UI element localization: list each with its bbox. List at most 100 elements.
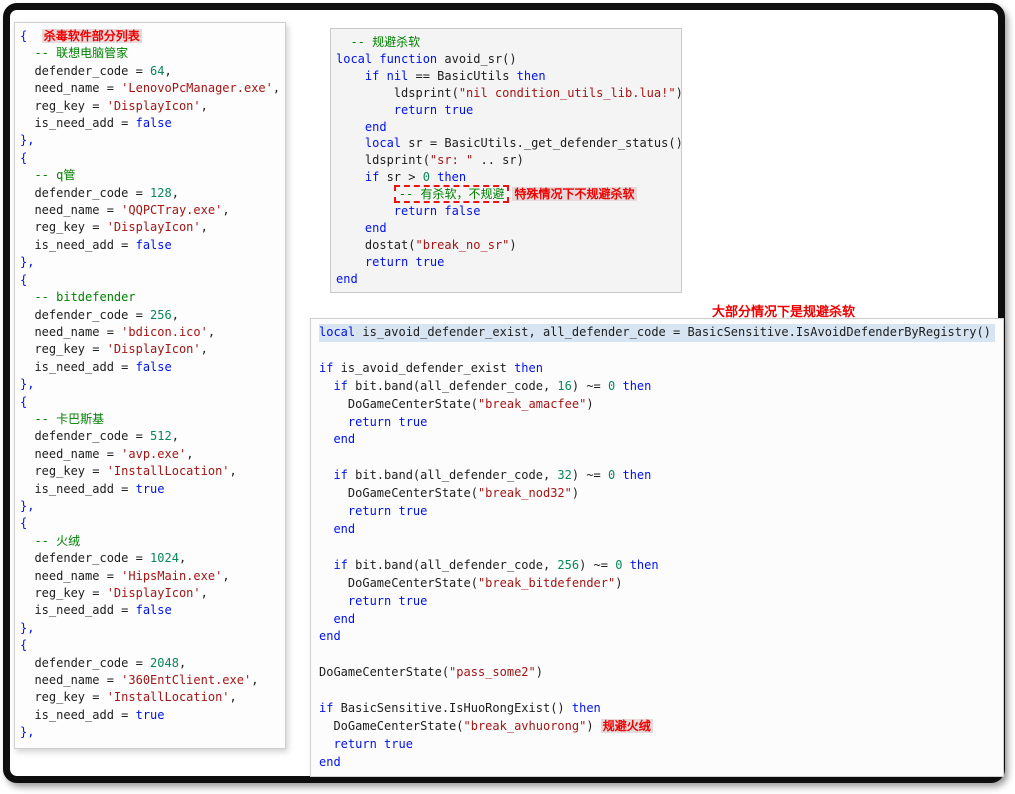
code-token: true <box>135 481 165 496</box>
code-line: local sr = BasicUtils._get_defender_stat… <box>336 135 683 152</box>
code-token: if <box>319 360 334 375</box>
code-token: end <box>319 629 341 644</box>
code-token: is_avoid_defender_exist, all_defender_co… <box>355 325 991 339</box>
code-token: -- 卡巴斯基 <box>20 411 105 426</box>
code-line: DoGameCenterState("break_avhuorong") 规避火… <box>319 718 995 736</box>
code-token: defender_code = <box>20 63 151 78</box>
code-annotation: 杀毒软件部分列表 <box>41 29 142 43</box>
code-line: { <box>20 394 280 411</box>
code-token: reg_key = <box>20 586 107 600</box>
code-token: 'DisplayIcon' <box>106 586 201 600</box>
code-line: reg_key = 'DisplayIcon', <box>20 219 280 236</box>
code-token: is_need_add = <box>20 707 136 722</box>
code-line: DoGameCenterState("pass_some2") <box>319 664 995 682</box>
code-line: end <box>319 628 995 646</box>
code-token: return true <box>347 414 428 429</box>
code-token: end <box>364 119 387 134</box>
code-line: end <box>336 220 676 237</box>
code-token: defender_code = <box>20 655 151 670</box>
code-token: ) ~= <box>571 468 608 483</box>
code-line: return true <box>319 414 995 432</box>
code-token: 64 <box>150 63 165 78</box>
code-token: 'InstallLocation' <box>106 464 230 479</box>
code-line: defender_code = 256, <box>20 307 280 324</box>
code-token: need_name = <box>20 203 122 218</box>
code-line: dostat("break_no_sr") <box>336 237 676 254</box>
code-line: ldsprint("sr: " .. sr) <box>336 152 676 169</box>
code-token: -- 规避杀软 <box>336 35 421 49</box>
code-token: end <box>333 611 356 626</box>
code-token: 512 <box>150 429 172 444</box>
code-token: }, <box>20 255 35 270</box>
code-line: end <box>319 754 995 772</box>
code-token: local <box>364 136 402 151</box>
code-token: , <box>207 324 216 339</box>
code-token: "nil condition_utils_lib.lua!" <box>458 85 676 100</box>
code-token: '360EntClient.exe' <box>121 673 252 688</box>
code-line: return true <box>336 102 676 119</box>
code-line: if bit.band(all_defender_code, 16) ~= 0 … <box>319 378 995 396</box>
code-token: then <box>629 557 659 572</box>
code-token: , <box>200 586 208 600</box>
code-token: 256 <box>150 307 172 322</box>
boxed-comment: -- 有杀软，不规避 <box>393 185 510 204</box>
code-token: need_name = <box>20 81 122 96</box>
code-line: defender_code = 512, <box>20 428 280 445</box>
code-line: DoGameCenterState("break_nod32") <box>319 485 995 503</box>
code-line: return true <box>319 593 995 611</box>
code-token: reg_key = <box>20 220 107 235</box>
code-token: DoGameCenterState( <box>319 396 478 411</box>
code-token: , <box>178 655 187 670</box>
code-token: , <box>171 185 179 200</box>
code-token: dostat( <box>336 237 416 252</box>
code-token: return true <box>347 504 428 519</box>
code-token: , <box>272 81 281 96</box>
code-token: ) <box>675 85 683 100</box>
code-token: DoGameCenterState( <box>319 575 478 590</box>
code-token: false <box>135 603 172 618</box>
code-token: 256 <box>557 557 580 572</box>
code-token: 'bdicon.ico' <box>121 324 208 339</box>
code-token: local <box>319 325 356 339</box>
code-token: , <box>164 63 172 78</box>
code-line: local is_avoid_defender_exist, all_defen… <box>319 324 995 342</box>
code-token: }, <box>20 133 35 148</box>
code-line: if is_avoid_defender_exist then <box>319 360 995 378</box>
code-token: if <box>333 557 348 572</box>
code-token: avoid_sr() <box>437 51 517 66</box>
code-token: return true <box>333 736 413 751</box>
code-line: }, <box>20 724 280 741</box>
code-token: , <box>222 568 230 583</box>
code-line: { 杀毒软件部分列表 <box>20 28 280 45</box>
code-token: if <box>333 468 348 483</box>
code-token: end <box>333 432 356 447</box>
code-line: { <box>20 515 280 532</box>
code-token: 16 <box>557 378 572 393</box>
code-line: is_need_add = false <box>20 602 280 619</box>
code-line: end <box>336 271 676 288</box>
code-token: sr > <box>379 170 423 185</box>
code-token: end <box>336 271 358 286</box>
code-token: if <box>319 701 334 716</box>
code-token: }, <box>20 725 35 740</box>
code-line: is_need_add = false <box>20 237 280 254</box>
code-line: defender_code = 128, <box>20 185 280 202</box>
code-line: DoGameCenterState("break_amacfee") <box>319 396 995 414</box>
code-token: , <box>171 307 179 322</box>
code-token: 'DisplayIcon' <box>106 98 201 113</box>
